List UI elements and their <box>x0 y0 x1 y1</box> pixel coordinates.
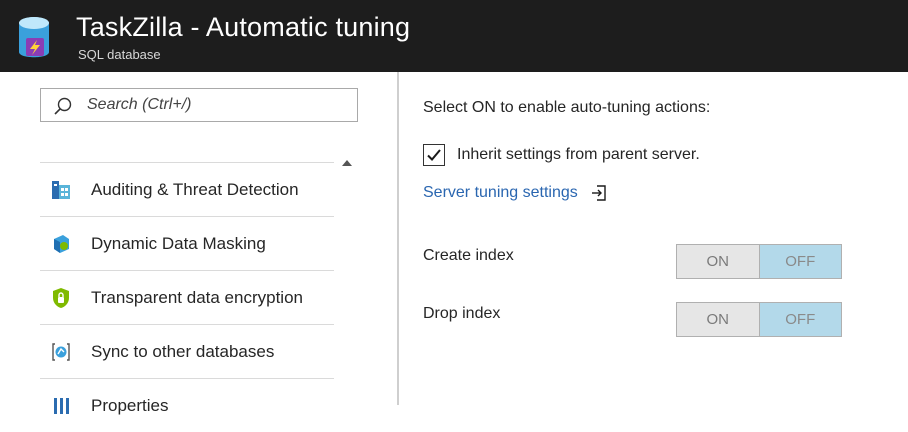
blade-header: TaskZilla - Automatic tuning SQL databas… <box>0 0 908 72</box>
sidebar-item-label: Sync to other databases <box>91 341 275 361</box>
create-index-off-option[interactable]: OFF <box>759 245 841 278</box>
auditing-icon <box>52 181 70 199</box>
tuning-heading: Select ON to enable auto-tuning actions: <box>423 99 711 116</box>
drop-index-label: Drop index <box>423 305 501 322</box>
sidebar-item-data-masking[interactable]: Dynamic Data Masking <box>40 216 334 270</box>
page-subtitle: SQL database <box>78 47 161 62</box>
search-input[interactable] <box>87 93 347 117</box>
open-external-icon[interactable] <box>590 184 608 202</box>
properties-icon <box>54 398 69 414</box>
sidebar-item-encryption[interactable]: Transparent data encryption <box>40 270 334 324</box>
sidebar-item-label: Auditing & Threat Detection <box>91 179 299 199</box>
drop-index-on-option[interactable]: ON <box>677 303 760 336</box>
inherit-checkbox[interactable] <box>423 144 445 166</box>
panel-divider <box>397 72 399 405</box>
checkmark-icon <box>427 149 441 161</box>
sidebar-menu: Auditing & Threat Detection Dynamic Data… <box>40 162 334 432</box>
page-title: TaskZilla - Automatic tuning <box>76 12 411 42</box>
sidebar-item-label: Transparent data encryption <box>91 287 303 307</box>
sidebar-item-label: Dynamic Data Masking <box>91 233 266 253</box>
search-box[interactable] <box>40 88 358 122</box>
create-index-on-option[interactable]: ON <box>677 245 760 278</box>
server-tuning-link[interactable]: Server tuning settings <box>423 184 578 202</box>
sidebar-scrollbar[interactable] <box>334 150 358 405</box>
sidebar-item-sync[interactable]: Sync to other databases <box>40 324 334 378</box>
drop-index-off-option[interactable]: OFF <box>759 303 841 336</box>
scroll-up-icon[interactable] <box>342 160 352 166</box>
create-index-toggle[interactable]: ON OFF <box>676 244 842 279</box>
shield-icon <box>53 288 69 308</box>
sidebar-item-properties[interactable]: Properties <box>40 378 334 432</box>
sidebar-item-auditing[interactable]: Auditing & Threat Detection <box>40 162 334 216</box>
sidebar-item-label: Properties <box>91 395 169 415</box>
inherit-label: Inherit settings from parent server. <box>457 146 700 163</box>
data-masking-icon <box>54 235 69 253</box>
server-tuning-link-row[interactable]: Server tuning settings <box>423 184 608 202</box>
create-index-label: Create index <box>423 247 514 264</box>
sql-database-icon <box>19 17 49 58</box>
sync-icon <box>52 343 70 361</box>
search-icon <box>54 97 72 115</box>
drop-index-toggle[interactable]: ON OFF <box>676 302 842 337</box>
inherit-settings[interactable]: Inherit settings from parent server. <box>423 143 700 167</box>
